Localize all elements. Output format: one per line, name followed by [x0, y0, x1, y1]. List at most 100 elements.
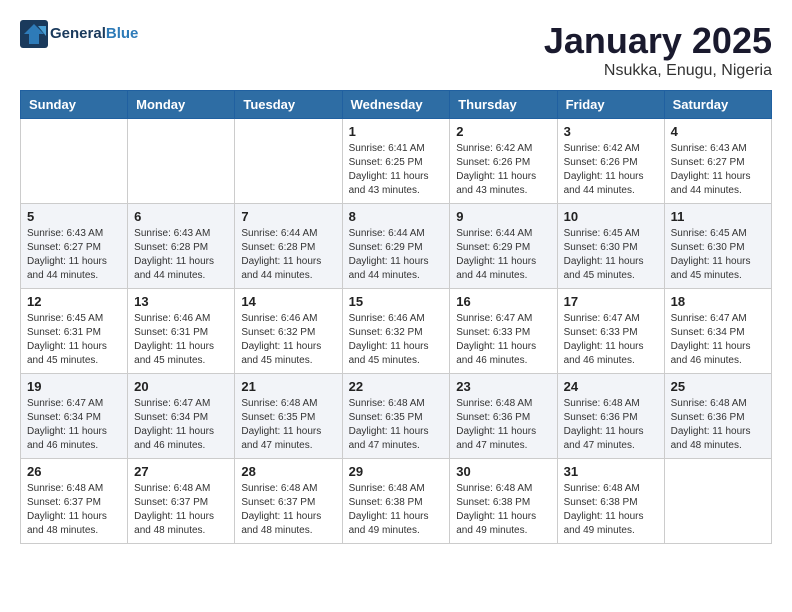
cell-sun-info: Sunrise: 6:47 AMSunset: 6:33 PMDaylight:… — [564, 312, 658, 368]
calendar-cell — [128, 119, 235, 204]
calendar-cell: 22 Sunrise: 6:48 AMSunset: 6:35 PMDayligh… — [342, 374, 450, 459]
cell-sun-info: Sunrise: 6:46 AMSunset: 6:32 PMDaylight:… — [349, 312, 444, 368]
day-number: 30 — [456, 464, 550, 479]
calendar-cell: 5Sunrise: 6:43 AMSunset: 6:27 PMDaylight… — [21, 204, 128, 289]
day-number: 4 — [671, 124, 765, 139]
cell-sun-info: Sunrise: 6:47 AMSunset: 6:34 PMDaylight:… — [134, 397, 228, 453]
calendar-cell: 15Sunrise: 6:46 AMSunset: 6:32 PMDayligh… — [342, 289, 450, 374]
calendar-cell: 6 Sunrise: 6:43 AMSunset: 6:28 PMDaylight… — [128, 204, 235, 289]
calendar-cell: 25 Sunrise: 6:48 AMSunset: 6:36 PMDayligh… — [664, 374, 771, 459]
calendar-cell: 26 Sunrise: 6:48 AMSunset: 6:37 PMDayligh… — [21, 459, 128, 544]
calendar-week-row: 26 Sunrise: 6:48 AMSunset: 6:37 PMDayligh… — [21, 459, 772, 544]
location: Nsukka, Enugu, Nigeria — [544, 62, 772, 80]
calendar-cell: 23Sunrise: 6:48 AMSunset: 6:36 PMDayligh… — [450, 374, 557, 459]
calendar-week-row: 1 Sunrise: 6:41 AMSunset: 6:25 PMDaylight… — [21, 119, 772, 204]
day-number: 7 — [241, 209, 335, 224]
calendar-cell: 12 Sunrise: 6:45 AMSunset: 6:31 PMDayligh… — [21, 289, 128, 374]
day-number: 28 — [241, 464, 335, 479]
calendar-cell: 8 Sunrise: 6:44 AMSunset: 6:29 PMDaylight… — [342, 204, 450, 289]
calendar-cell: 21Sunrise: 6:48 AMSunset: 6:35 PMDayligh… — [235, 374, 342, 459]
calendar-cell: 24 Sunrise: 6:48 AMSunset: 6:36 PMDayligh… — [557, 374, 664, 459]
day-number: 17 — [564, 294, 658, 309]
calendar-cell: 27 Sunrise: 6:48 AMSunset: 6:37 PMDayligh… — [128, 459, 235, 544]
cell-sun-info: Sunrise: 6:44 AMSunset: 6:29 PMDaylight:… — [349, 227, 444, 283]
cell-sun-info: Sunrise: 6:48 AMSunset: 6:35 PMDaylight:… — [241, 397, 335, 453]
cell-sun-info: Sunrise: 6:46 AMSunset: 6:31 PMDaylight:… — [134, 312, 228, 368]
calendar-cell: 18 Sunrise: 6:47 AMSunset: 6:34 PMDayligh… — [664, 289, 771, 374]
day-header-sunday: Sunday — [21, 91, 128, 119]
day-number: 8 — [349, 209, 444, 224]
cell-sun-info: Sunrise: 6:46 AMSunset: 6:32 PMDaylight:… — [241, 312, 335, 368]
cell-sun-info: Sunrise: 6:48 AMSunset: 6:38 PMDaylight:… — [564, 482, 658, 538]
cell-sun-info: Sunrise: 6:48 AMSunset: 6:38 PMDaylight:… — [349, 482, 444, 538]
day-number: 6 — [134, 209, 228, 224]
calendar-cell: 20 Sunrise: 6:47 AMSunset: 6:34 PMDayligh… — [128, 374, 235, 459]
day-number: 1 — [349, 124, 444, 139]
day-number: 10 — [564, 209, 658, 224]
day-number: 31 — [564, 464, 658, 479]
cell-sun-info: Sunrise: 6:42 AMSunset: 6:26 PMDaylight:… — [564, 142, 658, 198]
day-number: 12 — [27, 294, 121, 309]
calendar-week-row: 12 Sunrise: 6:45 AMSunset: 6:31 PMDayligh… — [21, 289, 772, 374]
calendar-cell: 2Sunrise: 6:42 AMSunset: 6:26 PMDaylight… — [450, 119, 557, 204]
calendar-week-row: 19Sunrise: 6:47 AMSunset: 6:34 PMDayligh… — [21, 374, 772, 459]
calendar-cell — [664, 459, 771, 544]
day-number: 24 — [564, 379, 658, 394]
day-number: 26 — [27, 464, 121, 479]
cell-sun-info: Sunrise: 6:47 AMSunset: 6:34 PMDaylight:… — [27, 397, 121, 453]
cell-sun-info: Sunrise: 6:42 AMSunset: 6:26 PMDaylight:… — [456, 142, 550, 198]
day-number: 11 — [671, 209, 765, 224]
title-block: January 2025 Nsukka, Enugu, Nigeria — [544, 20, 772, 80]
cell-sun-info: Sunrise: 6:44 AMSunset: 6:29 PMDaylight:… — [456, 227, 550, 283]
day-number: 9 — [456, 209, 550, 224]
calendar-cell: 30Sunrise: 6:48 AMSunset: 6:38 PMDayligh… — [450, 459, 557, 544]
cell-sun-info: Sunrise: 6:48 AMSunset: 6:35 PMDaylight:… — [349, 397, 444, 453]
day-number: 22 — [349, 379, 444, 394]
calendar-cell: 1 Sunrise: 6:41 AMSunset: 6:25 PMDaylight… — [342, 119, 450, 204]
day-number: 3 — [564, 124, 658, 139]
calendar-cell: 10 Sunrise: 6:45 AMSunset: 6:30 PMDayligh… — [557, 204, 664, 289]
calendar-cell: 31 Sunrise: 6:48 AMSunset: 6:38 PMDayligh… — [557, 459, 664, 544]
day-number: 14 — [241, 294, 335, 309]
day-number: 18 — [671, 294, 765, 309]
cell-sun-info: Sunrise: 6:45 AMSunset: 6:30 PMDaylight:… — [671, 227, 765, 283]
day-header-thursday: Thursday — [450, 91, 557, 119]
cell-sun-info: Sunrise: 6:48 AMSunset: 6:36 PMDaylight:… — [564, 397, 658, 453]
cell-sun-info: Sunrise: 6:41 AMSunset: 6:25 PMDaylight:… — [349, 142, 444, 198]
cell-sun-info: Sunrise: 6:45 AMSunset: 6:31 PMDaylight:… — [27, 312, 121, 368]
calendar-cell: 9 Sunrise: 6:44 AMSunset: 6:29 PMDaylight… — [450, 204, 557, 289]
calendar-cell: 28Sunrise: 6:48 AMSunset: 6:37 PMDayligh… — [235, 459, 342, 544]
page-header: GeneralBlue January 2025 Nsukka, Enugu, … — [20, 20, 772, 80]
day-header-tuesday: Tuesday — [235, 91, 342, 119]
cell-sun-info: Sunrise: 6:48 AMSunset: 6:37 PMDaylight:… — [27, 482, 121, 538]
day-header-friday: Friday — [557, 91, 664, 119]
day-number: 20 — [134, 379, 228, 394]
calendar-cell: 16Sunrise: 6:47 AMSunset: 6:33 PMDayligh… — [450, 289, 557, 374]
cell-sun-info: Sunrise: 6:47 AMSunset: 6:34 PMDaylight:… — [671, 312, 765, 368]
logo-text: GeneralBlue — [50, 25, 138, 43]
month-title: January 2025 — [544, 20, 772, 62]
day-header-wednesday: Wednesday — [342, 91, 450, 119]
day-number: 23 — [456, 379, 550, 394]
calendar-cell: 19Sunrise: 6:47 AMSunset: 6:34 PMDayligh… — [21, 374, 128, 459]
calendar-cell: 13 Sunrise: 6:46 AMSunset: 6:31 PMDayligh… — [128, 289, 235, 374]
cell-sun-info: Sunrise: 6:43 AMSunset: 6:28 PMDaylight:… — [134, 227, 228, 283]
cell-sun-info: Sunrise: 6:48 AMSunset: 6:37 PMDaylight:… — [134, 482, 228, 538]
calendar-cell — [21, 119, 128, 204]
day-number: 5 — [27, 209, 121, 224]
calendar-cell: 7Sunrise: 6:44 AMSunset: 6:28 PMDaylight… — [235, 204, 342, 289]
day-number: 13 — [134, 294, 228, 309]
day-number: 27 — [134, 464, 228, 479]
day-number: 25 — [671, 379, 765, 394]
calendar-header-row: SundayMondayTuesdayWednesdayThursdayFrid… — [21, 91, 772, 119]
calendar-cell: 4 Sunrise: 6:43 AMSunset: 6:27 PMDaylight… — [664, 119, 771, 204]
calendar-cell: 17 Sunrise: 6:47 AMSunset: 6:33 PMDayligh… — [557, 289, 664, 374]
day-number: 16 — [456, 294, 550, 309]
logo: GeneralBlue — [20, 20, 138, 48]
logo-icon — [20, 20, 48, 48]
cell-sun-info: Sunrise: 6:48 AMSunset: 6:36 PMDaylight:… — [671, 397, 765, 453]
cell-sun-info: Sunrise: 6:43 AMSunset: 6:27 PMDaylight:… — [671, 142, 765, 198]
day-header-saturday: Saturday — [664, 91, 771, 119]
calendar-cell: 14 Sunrise: 6:46 AMSunset: 6:32 PMDayligh… — [235, 289, 342, 374]
cell-sun-info: Sunrise: 6:45 AMSunset: 6:30 PMDaylight:… — [564, 227, 658, 283]
